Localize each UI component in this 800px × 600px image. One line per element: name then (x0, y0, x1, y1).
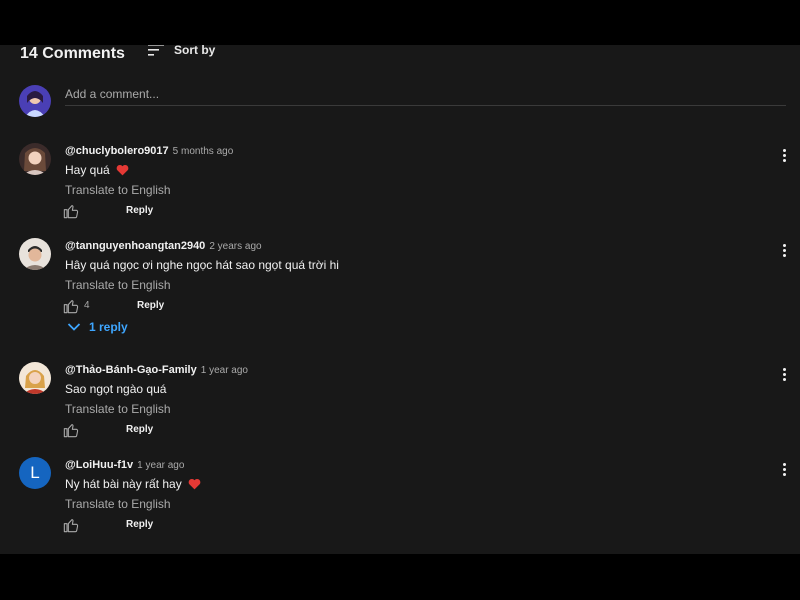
sort-by-button[interactable]: Sort by (148, 45, 215, 57)
comment-body: Sao ngọt ngào quá (65, 382, 167, 396)
more-vert-icon[interactable] (781, 244, 787, 258)
comment-author[interactable]: @tannguyenhoangtan2940 (65, 240, 205, 252)
heart-emoji-icon (188, 478, 201, 490)
comment-body: Hây quá ngọc ơi nghe ngọc hát sao ngọt q… (65, 258, 339, 272)
comment-text: Sao ngọt ngào quá (65, 382, 166, 396)
add-comment-input[interactable] (65, 85, 786, 106)
sort-by-label: Sort by (174, 45, 216, 57)
comment-body: Ny hát bài này rất hay (65, 477, 182, 491)
reply-button[interactable]: Reply (126, 519, 153, 530)
thumbs-up-icon[interactable] (63, 517, 79, 533)
avatar[interactable] (19, 143, 51, 175)
avatar[interactable] (19, 362, 51, 394)
comments-panel: 14 Comments Sort by Add a comment... @ch… (0, 45, 800, 554)
reply-button[interactable]: Reply (126, 205, 153, 216)
more-vert-icon[interactable] (781, 368, 787, 382)
comment-time[interactable]: 2 years ago (209, 241, 261, 252)
view-replies-button[interactable]: 1 reply (67, 320, 128, 334)
comment-text: Hây quá ngọc ơi nghe ngọc hát sao ngọt q… (65, 258, 339, 272)
chevron-down-icon (67, 323, 81, 331)
comment-meta: @LoiHuu-f1v 1 year ago (65, 459, 184, 471)
thumbs-up-icon[interactable] (63, 298, 79, 314)
thumbs-up-icon[interactable] (63, 422, 79, 438)
heart-emoji-icon (116, 164, 129, 176)
comment-time[interactable]: 1 year ago (137, 460, 184, 471)
translate-link[interactable]: Translate to English (65, 402, 171, 416)
comment-text: Hay quá (65, 163, 129, 177)
thumbs-up-icon[interactable] (63, 203, 79, 219)
comment-meta: @tannguyenhoangtan2940 2 years ago (65, 240, 262, 252)
avatar[interactable] (19, 238, 51, 270)
comment-count: 14 Comments (20, 45, 125, 62)
add-comment-row (19, 85, 786, 119)
comments-header: 14 Comments Sort by (20, 45, 780, 65)
reply-button[interactable]: Reply (126, 424, 153, 435)
replies-count: 1 reply (89, 320, 128, 334)
comment-author[interactable]: @Thảo-Bánh-Gạo-Family (65, 364, 197, 376)
comment-author[interactable]: @LoiHuu-f1v (65, 459, 133, 471)
translate-link[interactable]: Translate to English (65, 183, 171, 197)
current-user-avatar (19, 85, 51, 117)
comment-meta: @chuclybolero9017 5 months ago (65, 145, 233, 157)
comment-text: Ny hát bài này rất hay (65, 477, 201, 491)
translate-link[interactable]: Translate to English (65, 497, 171, 511)
reply-button[interactable]: Reply (137, 300, 164, 311)
translate-link[interactable]: Translate to English (65, 278, 171, 292)
comment-body: Hay quá (65, 163, 110, 177)
comment-time[interactable]: 1 year ago (201, 365, 248, 376)
comment-time[interactable]: 5 months ago (173, 146, 234, 157)
like-count: 4 (84, 300, 90, 311)
comment-meta: @Thảo-Bánh-Gạo-Family 1 year ago (65, 364, 248, 376)
more-vert-icon[interactable] (781, 149, 787, 163)
more-vert-icon[interactable] (781, 463, 787, 477)
sort-icon (148, 45, 164, 56)
avatar[interactable]: L (19, 457, 51, 489)
comment-author[interactable]: @chuclybolero9017 (65, 145, 169, 157)
